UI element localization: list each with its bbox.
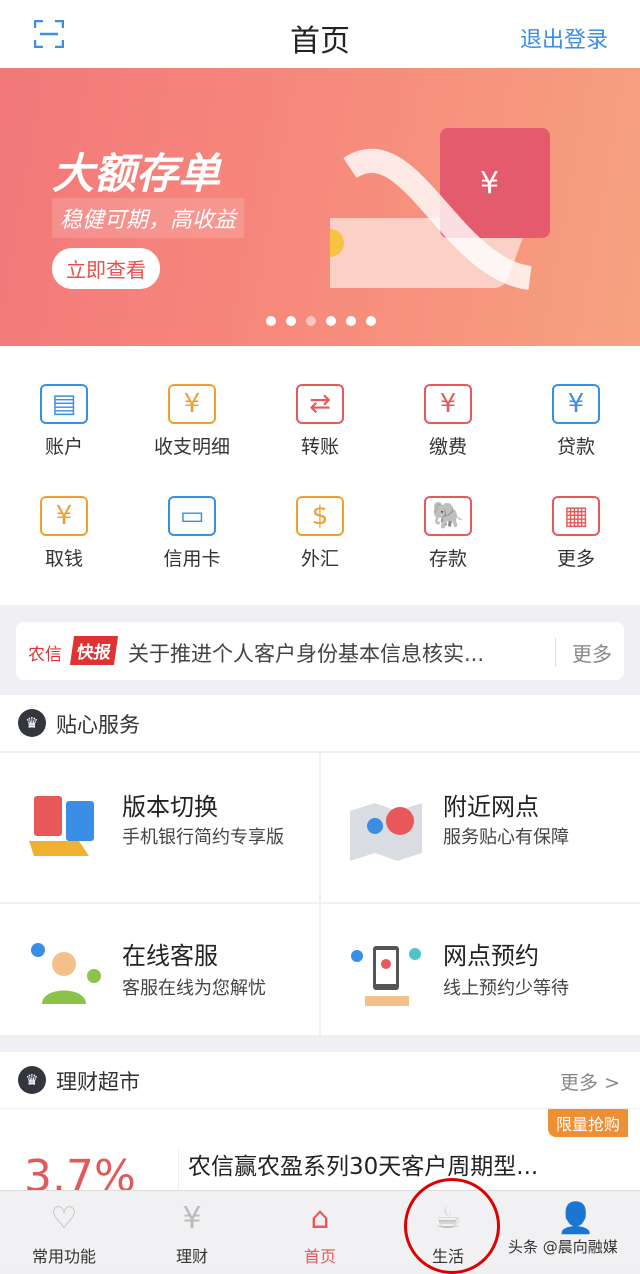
transfer-icon: ⇄: [296, 384, 344, 424]
house-yen-icon: ¥: [424, 384, 472, 424]
shortcut-label: 存款: [428, 548, 467, 570]
map-pin-illustration: [350, 803, 422, 861]
news-headline[interactable]: 关于推进个人客户身份基本信息核实...: [128, 638, 528, 668]
shortcut-grid[interactable]: ▦ 更多: [512, 496, 640, 571]
customer-service-illustration: [31, 943, 101, 1004]
service-desc: 服务贴心有保障: [443, 827, 569, 848]
shortcut-label: 缴费: [428, 436, 467, 458]
service-branch-appointment[interactable]: 网点预约 线上预约少等待: [321, 904, 640, 1035]
shortcut-grid: ▤ 账户 ¥ 收支明细 ⇄ 转账 ¥ 缴费 ¥ 贷款 ¥ 取钱 ▭ 信用卡 $ 外汇 🐘 存款 ▦ 更多: [0, 346, 640, 605]
carousel-dot[interactable]: [326, 316, 336, 326]
tab-home[interactable]: ⌂ 首页: [256, 1199, 384, 1267]
section-title: 理财超市: [56, 1070, 140, 1094]
market-more-link[interactable]: 更多 >: [560, 1068, 620, 1095]
care-section-header: ♛ 贴心服务: [0, 695, 640, 752]
carousel-dot[interactable]: [286, 316, 296, 326]
carousel-dot[interactable]: [306, 316, 316, 326]
svg-text:¥: ¥: [480, 166, 499, 201]
exchange-icon: $: [296, 496, 344, 536]
shortcut-house-yen[interactable]: ¥ 缴费: [384, 384, 512, 459]
shortcut-credit-card[interactable]: ▭ 信用卡: [128, 496, 256, 571]
service-title: 网点预约: [443, 942, 539, 970]
tab-heart[interactable]: ♡ 常用功能: [0, 1199, 128, 1267]
home-icon: ⌂: [310, 1201, 330, 1236]
bottom-tab-bar: ♡ 常用功能 ¥ 理财 ⌂ 首页 ☕ 生活 👤: [0, 1190, 640, 1269]
shortcut-label: 转账: [300, 436, 339, 458]
shortcut-loan[interactable]: ¥ 贷款: [512, 384, 640, 459]
tab-yen-coin[interactable]: ¥ 理财: [128, 1199, 256, 1267]
shortcut-id-card[interactable]: ▤ 账户: [0, 384, 128, 459]
service-desc: 手机银行简约专享版: [122, 827, 284, 848]
shortcut-label: 信用卡: [163, 548, 221, 570]
elephant-icon: 🐘: [424, 496, 472, 536]
service-version-switch[interactable]: 版本切换 手机银行简约专享版: [0, 753, 319, 902]
carousel-dot[interactable]: [266, 316, 276, 326]
logout-button[interactable]: 退出登录: [520, 22, 608, 54]
shortcut-label: 贷款: [556, 436, 595, 458]
carousel-dots[interactable]: [266, 316, 376, 326]
carousel-dot[interactable]: [346, 316, 356, 326]
banner-illustration: ¥: [330, 128, 550, 290]
shortcut-label: 账户: [44, 436, 83, 458]
phone-switch-illustration: [29, 796, 94, 856]
user-icon: 👤: [557, 1201, 595, 1236]
shortcut-elephant[interactable]: 🐘 存款: [384, 496, 512, 571]
section-title: 贴心服务: [56, 713, 140, 737]
shortcut-ledger[interactable]: ¥ 收支明细: [128, 384, 256, 459]
withdraw-icon: ¥: [40, 496, 88, 536]
news-more-link[interactable]: 更多: [555, 638, 612, 667]
id-card-icon: ▤: [40, 384, 88, 424]
yen-coin-icon: ¥: [182, 1201, 202, 1236]
banner-headline: 大额存单: [52, 149, 221, 198]
service-title: 附近网点: [443, 793, 539, 821]
loan-icon: ¥: [552, 384, 600, 424]
news-ticker[interactable]: 农信 快报 关于推进个人客户身份基本信息核实... 更多: [16, 622, 624, 680]
service-online-support[interactable]: 在线客服 客服在线为您解忧: [0, 904, 319, 1035]
divider: [178, 1149, 179, 1191]
service-nearby-branches[interactable]: 附近网点 服务贴心有保障: [321, 753, 640, 902]
shortcut-label: 更多: [556, 548, 595, 570]
top-bar: 首页 退出登录: [0, 0, 640, 68]
shortcut-withdraw[interactable]: ¥ 取钱: [0, 496, 128, 571]
news-brand: 农信: [28, 645, 62, 665]
shortcut-label: 取钱: [44, 548, 83, 570]
product-card[interactable]: 限量抢购 3.7% 农信赢农盈系列30天客户周期型...: [0, 1108, 640, 1202]
news-tag: 快报: [69, 636, 119, 665]
product-name: 农信赢农盈系列30天客户周期型...: [188, 1154, 539, 1180]
crown-icon: ♛: [18, 1066, 46, 1094]
service-desc: 线上预约少等待: [443, 978, 569, 999]
credit-card-icon: ▭: [168, 496, 216, 536]
carousel-dot[interactable]: [366, 316, 376, 326]
limited-badge: 限量抢购: [547, 1109, 628, 1137]
tab-label: 首页: [303, 1247, 336, 1266]
ledger-icon: ¥: [168, 384, 216, 424]
crown-icon: ♛: [18, 709, 46, 737]
service-title: 版本切换: [122, 793, 218, 821]
phone-appointment-illustration: [351, 946, 421, 1006]
market-section-header: ♛ 理财超市 更多 >: [0, 1052, 640, 1108]
shortcut-transfer[interactable]: ⇄ 转账: [256, 384, 384, 459]
shortcut-exchange[interactable]: $ 外汇: [256, 496, 384, 571]
service-desc: 客服在线为您解忧: [122, 978, 266, 999]
view-now-button[interactable]: 立即查看: [52, 248, 160, 289]
shortcut-label: 收支明细: [153, 436, 230, 458]
service-title: 在线客服: [122, 942, 218, 970]
promo-banner[interactable]: ¥ 大额存单 稳健可期，高收益 立即查看: [0, 68, 640, 346]
tab-label: 理财: [175, 1247, 208, 1266]
watermark: 头条 @晨向融媒: [508, 1238, 618, 1256]
highlight-circle-annotation: [404, 1178, 500, 1274]
tab-label: 常用功能: [31, 1247, 96, 1266]
banner-subline: 稳健可期，高收益: [52, 198, 245, 238]
heart-icon: ♡: [50, 1201, 78, 1236]
shortcut-label: 外汇: [300, 548, 339, 570]
grid-icon: ▦: [552, 496, 600, 536]
